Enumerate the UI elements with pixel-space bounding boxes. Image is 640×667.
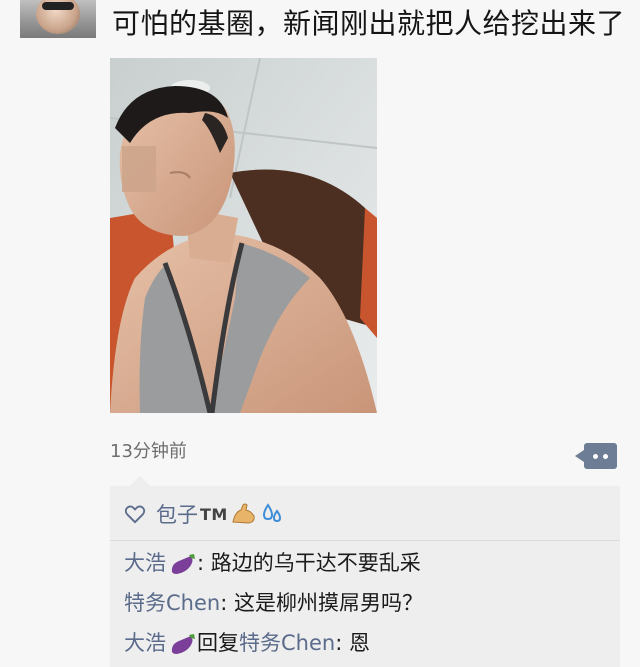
comment-text: 恩 (348, 631, 370, 655)
avatar-sunglasses (42, 2, 74, 10)
post-text: 可怕的基圈，新闻刚出就把人给挖出来了 (112, 7, 626, 40)
panel-notch (130, 476, 150, 486)
likes-comments-panel: 包子 TM 大浩: 路边的乌干达不要乱采 特务Chen: 这是柳州摸屌男吗？ 大浩… (110, 476, 620, 667)
eggplant-icon (171, 554, 195, 574)
post-photo[interactable] (110, 58, 377, 413)
likes-row: 包子 TM (124, 496, 284, 532)
likes-divider (110, 540, 620, 541)
comment-menu-button[interactable] (575, 443, 617, 469)
flexed-biceps-icon (232, 503, 255, 524)
comment-separator: : (335, 631, 349, 655)
reply-target[interactable]: 特务Chen (239, 631, 335, 655)
comment-item[interactable]: 大浩 回复特务Chen: 恩 (124, 628, 370, 658)
comment-author[interactable]: 大浩 (124, 631, 166, 655)
comment-dot-icon (603, 454, 608, 459)
comment-item[interactable]: 大浩: 路边的乌干达不要乱采 (124, 548, 421, 578)
comment-author[interactable]: 大浩 (124, 551, 166, 575)
liker-tm-mark: TM (200, 504, 228, 524)
comment-item[interactable]: 特务Chen: 这是柳州摸屌男吗？ (124, 588, 423, 618)
reply-word: 回复 (197, 631, 239, 655)
comment-separator: : (220, 591, 234, 615)
liker-name[interactable]: 包子 (156, 499, 198, 529)
eggplant-icon (171, 634, 195, 654)
comment-button-tail (575, 450, 584, 462)
comment-separator: : (197, 551, 211, 575)
post-timestamp: 13分钟前 (110, 441, 187, 462)
avatar[interactable] (20, 0, 96, 38)
comment-author[interactable]: 特务Chen (124, 591, 220, 615)
heart-outline-icon (124, 505, 146, 524)
comment-dot-icon (593, 454, 598, 459)
sweat-droplets-icon (262, 503, 281, 523)
comment-text: 这是柳州摸屌男吗？ (233, 591, 423, 615)
comment-text: 路边的乌干达不要乱采 (210, 551, 421, 575)
photo-illustration (110, 58, 377, 413)
